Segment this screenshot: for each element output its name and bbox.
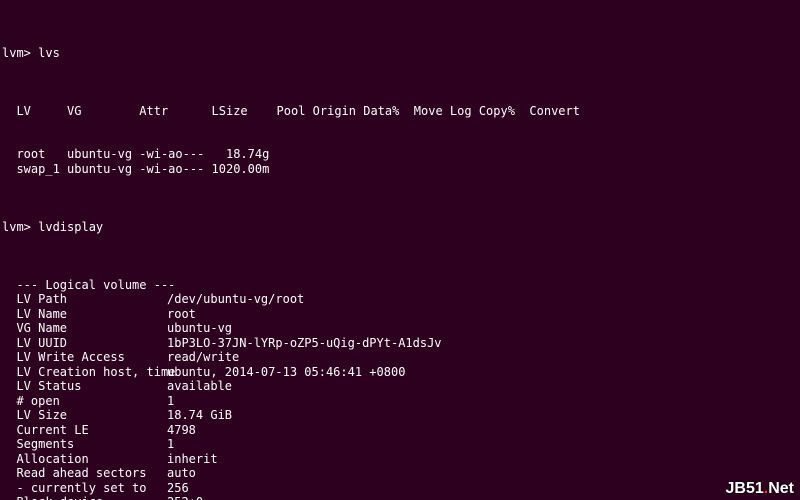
property-name: Allocation — [2, 452, 167, 467]
property-name: LV Creation host, time — [2, 365, 167, 380]
property-value: root — [167, 307, 196, 322]
property-value: read/write — [167, 350, 239, 365]
volume-property-row: Current LE4798 — [2, 423, 798, 438]
volume-property-row: LV Statusavailable — [2, 379, 798, 394]
property-value: 252:0 — [167, 495, 203, 500]
property-value: /dev/ubuntu-vg/root — [167, 292, 304, 307]
property-value: 18.74 GiB — [167, 408, 232, 423]
property-value: ubuntu, 2014-07-13 05:46:41 +0800 — [167, 365, 405, 380]
volume-property-row: Block device252:0 — [2, 495, 798, 500]
volume-property-row: Allocationinherit — [2, 452, 798, 467]
property-value: inherit — [167, 452, 218, 467]
prompt-line-lvdisplay: lvm> lvdisplay — [2, 220, 798, 235]
property-name: Current LE — [2, 423, 167, 438]
volume-property-row: LV Size18.74 GiB — [2, 408, 798, 423]
entered-command: lvs — [38, 46, 60, 60]
property-name: LV Status — [2, 379, 167, 394]
property-value: 1 — [167, 437, 174, 452]
volume-property-row: Segments1 — [2, 437, 798, 452]
volume-property-row: # open1 — [2, 394, 798, 409]
volume-property-row: LV Path/dev/ubuntu-vg/root — [2, 292, 798, 307]
volume-property-row: LV UUID1bP3LO-37JN-lYRp-oZP5-uQig-dPYt-A… — [2, 336, 798, 351]
volume-property-row: LV Creation host, timeubuntu, 2014-07-13… — [2, 365, 798, 380]
property-name: LV UUID — [2, 336, 167, 351]
property-name: Read ahead sectors — [2, 466, 167, 481]
property-name: LV Size — [2, 408, 167, 423]
property-value: auto — [167, 466, 196, 481]
property-value: 1 — [167, 394, 174, 409]
property-name: LV Write Access — [2, 350, 167, 365]
property-name: LV Path — [2, 292, 167, 307]
property-value: 1bP3LO-37JN-lYRp-oZP5-uQig-dPYt-A1dsJv — [167, 336, 442, 351]
prompt-line-lvs: lvm> lvs — [2, 46, 798, 61]
lvs-row: root ubuntu-vg -wi-ao--- 18.74g — [2, 147, 798, 162]
volume-property-row: - currently set to256 — [2, 481, 798, 496]
property-value: ubuntu-vg — [167, 321, 232, 336]
shell-prompt: lvm> — [2, 46, 38, 60]
lvs-header: LV VG Attr LSize Pool Origin Data% Move … — [2, 104, 798, 119]
property-name: - currently set to — [2, 481, 167, 496]
property-name: # open — [2, 394, 167, 409]
entered-command: lvdisplay — [38, 220, 103, 234]
shell-prompt: lvm> — [2, 220, 38, 234]
volume-property-row: VG Nameubuntu-vg — [2, 321, 798, 336]
volume-section-header: --- Logical volume --- — [2, 278, 798, 293]
property-name: LV Name — [2, 307, 167, 322]
volume-property-row: LV Write Accessread/write — [2, 350, 798, 365]
property-value: 4798 — [167, 423, 196, 438]
lvs-row: swap_1 ubuntu-vg -wi-ao--- 1020.00m — [2, 162, 798, 177]
volume-property-row: Read ahead sectorsauto — [2, 466, 798, 481]
property-value: available — [167, 379, 232, 394]
terminal-output[interactable]: lvm> lvs LV VG Attr LSize Pool Origin Da… — [0, 0, 800, 500]
property-name: VG Name — [2, 321, 167, 336]
volume-property-row: LV Nameroot — [2, 307, 798, 322]
property-value: 256 — [167, 481, 189, 496]
property-name: Block device — [2, 495, 167, 500]
property-name: Segments — [2, 437, 167, 452]
